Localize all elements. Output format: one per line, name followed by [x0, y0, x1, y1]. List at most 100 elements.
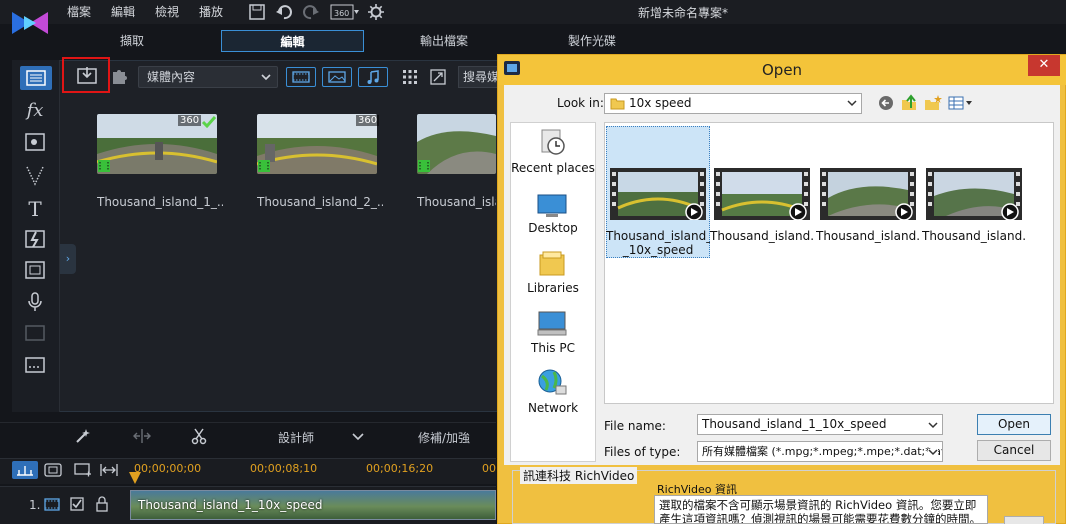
360-view-icon[interactable]: 360	[330, 4, 360, 20]
video-track-icon	[44, 498, 60, 511]
view-menu-icon[interactable]	[948, 95, 974, 111]
chevron-down-icon	[847, 100, 857, 107]
undo-icon[interactable]	[275, 3, 293, 21]
look-in-dropdown[interactable]: 10x speed	[604, 93, 862, 114]
timeline-icon	[17, 466, 33, 476]
subtitle-track-icon[interactable]	[24, 356, 46, 374]
menu-view[interactable]: 檢視	[155, 3, 179, 20]
richvideo-info-text: 選取的檔案不含可顯示場景資訊的 RichVideo 資訊。您要立即產生這項資訊嗎…	[654, 495, 988, 524]
subtitle-room-icon[interactable]	[24, 260, 46, 280]
fit-timeline-icon[interactable]	[100, 463, 118, 477]
import-media-button[interactable]	[62, 57, 110, 93]
music-note-icon	[367, 70, 379, 84]
grid-view-icon[interactable]	[402, 69, 418, 85]
dialog-close-button[interactable]: ✕	[1028, 55, 1060, 76]
recent-places-icon[interactable]	[536, 128, 568, 156]
file-label: Thousand_island_1	[606, 229, 710, 243]
playhead-marker-icon[interactable]	[128, 470, 142, 486]
chevron-down-icon	[261, 74, 271, 81]
plugin-puzzle-icon[interactable]	[110, 66, 130, 86]
film-icon	[292, 71, 310, 83]
image-icon	[328, 71, 346, 83]
tab-capture[interactable]: 擷取	[60, 30, 204, 52]
new-folder-icon[interactable]	[924, 94, 942, 112]
video-file-thumbnail	[820, 168, 916, 220]
chevron-down-icon[interactable]	[352, 432, 364, 441]
file-label: Thousand_island...	[922, 229, 1026, 243]
place-recent[interactable]: Recent places	[511, 161, 595, 175]
save-icon[interactable]	[248, 3, 266, 21]
pip-objects-icon[interactable]	[24, 132, 46, 152]
this-pc-icon[interactable]	[536, 310, 568, 338]
library-search-input[interactable]: 搜尋媒	[458, 66, 500, 88]
timecode-label: 00;00;16;20	[366, 462, 434, 475]
libraries-icon[interactable]	[536, 250, 568, 278]
file-name-input[interactable]: Thousand_island_1_10x_speed	[697, 414, 943, 435]
track-enable-checkbox[interactable]	[70, 497, 84, 511]
fx-room-icon[interactable]: fx	[22, 98, 48, 124]
app-window-icon	[504, 61, 520, 75]
media-filter-dropdown[interactable]: 媒體內容	[138, 66, 278, 88]
cancel-button[interactable]: Cancel	[977, 440, 1051, 461]
up-folder-icon[interactable]	[900, 94, 918, 112]
media-item-label: Thousand_island_1_...	[97, 195, 223, 209]
redo-icon[interactable]	[302, 3, 320, 21]
file-label: Thousand_island...	[816, 229, 920, 243]
timecode-label: 00;00;00;00	[134, 462, 202, 475]
expand-view-icon[interactable]	[430, 69, 446, 85]
settings-gear-icon[interactable]	[367, 3, 385, 21]
media-room-button[interactable]	[20, 66, 52, 90]
place-network[interactable]: Network	[511, 401, 595, 415]
microphone-icon[interactable]	[26, 291, 44, 313]
particle-icon[interactable]	[24, 164, 46, 186]
project-title: 新增未命名專案*	[638, 6, 729, 20]
richvideo-action-button[interactable]	[1004, 516, 1044, 524]
filter-image-button[interactable]	[322, 67, 352, 87]
timecode-label: 00;00;08;10	[250, 462, 318, 475]
360-badge: 360	[356, 115, 380, 126]
scissors-icon[interactable]	[190, 427, 208, 445]
magic-tools-icon[interactable]	[74, 428, 92, 444]
track-number: 1.	[29, 498, 41, 512]
storyboard-view-icon[interactable]	[44, 463, 62, 477]
designer-menu-label[interactable]: 設計師	[278, 429, 314, 446]
timecode-label: 00;00;2	[482, 462, 496, 475]
open-button[interactable]: Open	[977, 414, 1051, 435]
back-arrow-icon[interactable]	[878, 95, 894, 111]
track-manager-icon[interactable]	[74, 463, 92, 477]
split-icon[interactable]	[132, 428, 152, 444]
clip-label: Thousand_island_1_10x_speed	[138, 498, 323, 512]
transition-icon[interactable]	[24, 229, 46, 249]
tab-create-disc[interactable]: 製作光碟	[520, 30, 664, 52]
tab-produce[interactable]: 輸出檔案	[372, 30, 516, 52]
file-type-dropdown[interactable]: 所有媒體檔案 (*.mpg;*.mpeg;*.mpe;*.dat;*.avi;	[697, 441, 943, 462]
library-expand-toggle[interactable]: ›	[60, 244, 76, 274]
fix-enhance-button[interactable]: 修補/加強	[418, 429, 470, 446]
desktop-icon[interactable]	[536, 192, 568, 220]
video-type-icon	[418, 160, 430, 172]
place-libraries[interactable]: Libraries	[511, 281, 595, 295]
richvideo-group-title: 訊連科技 RichVideo	[520, 467, 638, 484]
lock-icon[interactable]	[96, 496, 108, 512]
network-globe-icon[interactable]	[536, 368, 568, 396]
filter-audio-button[interactable]	[358, 67, 388, 87]
filter-video-button[interactable]	[286, 67, 316, 87]
video-file-thumbnail	[926, 168, 1022, 220]
chapter-icon[interactable]	[24, 324, 46, 342]
look-in-label: Look in:	[557, 96, 604, 110]
menu-play[interactable]: 播放	[199, 3, 223, 20]
place-desktop[interactable]: Desktop	[511, 221, 595, 235]
menu-file[interactable]: 檔案	[67, 3, 91, 20]
timeline-view-button[interactable]	[12, 461, 38, 479]
title-room-icon[interactable]: T	[22, 196, 48, 222]
place-this-pc[interactable]: This PC	[511, 341, 595, 355]
tab-edit[interactable]: 編輯	[221, 30, 364, 52]
media-room-icon	[26, 70, 46, 86]
media-item-label: Thousand_isla	[417, 195, 496, 209]
menu-edit[interactable]: 編輯	[111, 3, 135, 20]
folder-icon	[610, 98, 625, 110]
svg-text:360: 360	[334, 9, 349, 18]
chevron-down-icon	[928, 449, 938, 456]
media-filter-value: 媒體內容	[147, 70, 196, 84]
360-badge: 360	[178, 115, 202, 126]
